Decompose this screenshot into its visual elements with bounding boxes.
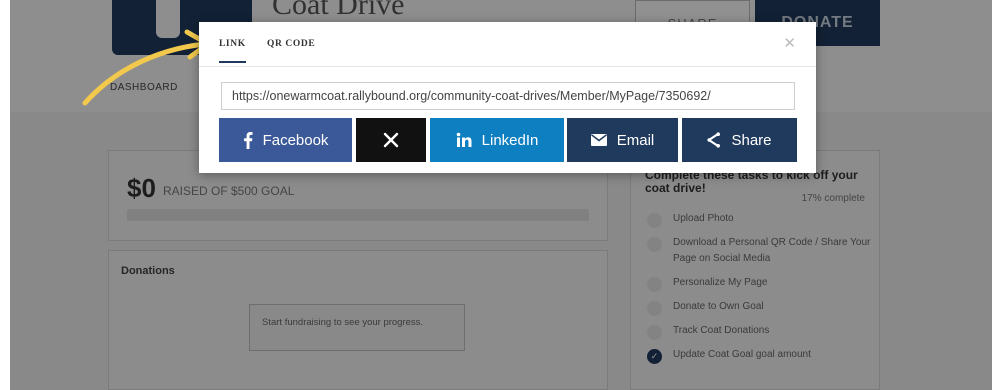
tab-link[interactable]: LINK: [219, 39, 246, 63]
share-icon: [707, 132, 721, 148]
share-tabs: LINK QR CODE ✕: [199, 22, 816, 67]
x-share-button[interactable]: [356, 118, 426, 162]
linkedin-share-button[interactable]: LinkedIn: [430, 118, 564, 162]
share-label: Share: [731, 131, 772, 149]
facebook-icon: [243, 131, 253, 149]
facebook-label: Facebook: [262, 131, 329, 149]
linkedin-label: LinkedIn: [481, 131, 539, 149]
facebook-share-button[interactable]: Facebook: [219, 118, 352, 162]
email-label: Email: [616, 131, 655, 149]
envelope-icon: [590, 134, 607, 146]
share-buttons-row: Facebook LinkedIn Email Share: [219, 118, 797, 162]
native-share-button[interactable]: Share: [682, 118, 797, 162]
email-share-button[interactable]: Email: [567, 118, 678, 162]
x-logo-icon: [383, 132, 399, 148]
share-modal: LINK QR CODE ✕ Facebook LinkedIn Ema: [199, 22, 816, 173]
tab-qr-code[interactable]: QR CODE: [267, 39, 315, 49]
linkedin-icon: [456, 132, 472, 148]
close-icon[interactable]: ✕: [783, 34, 796, 52]
share-url-input[interactable]: [221, 82, 795, 110]
